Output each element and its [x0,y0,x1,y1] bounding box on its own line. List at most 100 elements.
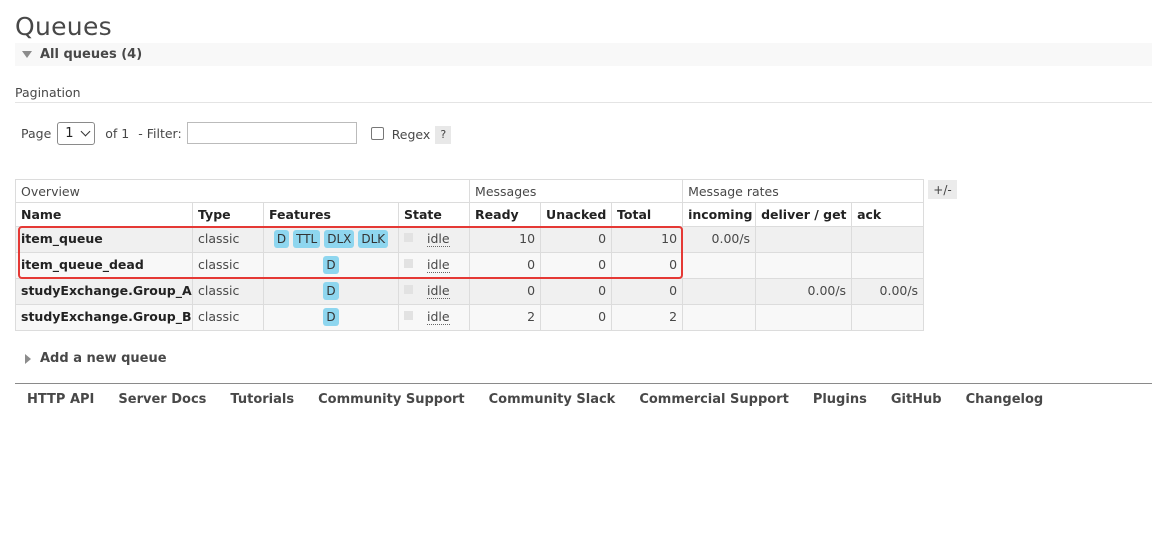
table-row: studyExchange.Group_A classic D idle 0 0… [15,278,925,305]
feature-badge: D [323,282,339,300]
footer-link-community-slack[interactable]: Community Slack [489,392,616,407]
total-count: 2 [611,304,684,331]
page-label: Page [21,125,52,141]
group-header-messages: Messages [469,179,684,203]
table-row: studyExchange.Group_B classic D idle 2 0… [15,304,925,331]
state-label: idle [427,309,450,325]
collapse-triangle-icon [22,51,32,58]
state-label: idle [427,283,450,299]
table-row: item_queue_dead classic D idle 0 0 0 [15,252,925,279]
unacked-count: 0 [540,278,613,305]
footer-nav: HTTP API Server Docs Tutorials Community… [27,392,1067,407]
pagination-controls: Page 1 of 1 - Filter: Regex ? [21,120,452,146]
queue-features: D [263,252,399,279]
feature-badge: DLX [324,230,355,248]
state-indicator-icon [404,285,413,294]
unacked-count: 0 [540,252,613,279]
column-header-ack[interactable]: ack [851,202,925,227]
state-label: idle [427,231,450,247]
ack-rate [851,252,925,279]
queue-type: classic [192,304,264,331]
total-count: 0 [611,252,684,279]
queue-state: idle [397,278,471,305]
queue-name-link[interactable]: studyExchange.Group_A [15,278,193,305]
queue-name-link[interactable]: studyExchange.Group_B [15,304,193,331]
queue-state: idle [397,304,471,331]
queue-state: idle [397,226,471,253]
columns-toggle-button[interactable]: +/- [928,180,957,199]
all-queues-section-title: All queues (4) [40,47,143,62]
ack-rate [851,304,925,331]
regex-label: Regex [391,127,431,142]
page-count-label: of 1 [105,125,130,141]
state-indicator-icon [404,233,413,242]
table-row: item_queue classic D TTL DLX DLK idle 10 0 … [15,226,925,253]
footer-link-http-api[interactable]: HTTP API [27,392,94,407]
deliver-get-rate [755,226,853,253]
ack-rate [851,226,925,253]
deliver-get-rate: 0.00/s [755,278,853,305]
filter-input[interactable] [186,122,357,144]
group-header-message-rates: Message rates [682,179,925,203]
queue-features: D TTL DLX DLK [263,226,399,253]
total-count: 0 [611,278,684,305]
queue-type: classic [192,252,264,279]
column-header-unacked[interactable]: Unacked [540,202,613,227]
feature-badge: D [323,308,339,326]
page-select[interactable]: 1 [57,121,96,145]
ready-count: 0 [469,252,542,279]
page-title: Queues [15,12,112,41]
footer-link-tutorials[interactable]: Tutorials [230,392,294,407]
filter-label: - Filter: [138,125,182,141]
footer-link-plugins[interactable]: Plugins [813,392,867,407]
queue-name-link[interactable]: item_queue [15,226,193,253]
queue-type: classic [192,278,264,305]
queues-table: Overview Messages Message rates Name Typ… [14,179,925,331]
queue-type: classic [192,226,264,253]
footer-link-server-docs[interactable]: Server Docs [118,392,206,407]
add-queue-label: Add a new queue [40,351,167,366]
footer-link-commercial-support[interactable]: Commercial Support [639,392,789,407]
column-header-total[interactable]: Total [611,202,684,227]
column-header-type[interactable]: Type [192,202,264,227]
feature-badge: TTL [293,230,321,248]
column-header-features[interactable]: Features [263,202,399,227]
group-header-overview: Overview [14,179,471,203]
queue-features: D [263,278,399,305]
incoming-rate: 0.00/s [682,226,757,253]
footer-link-changelog[interactable]: Changelog [966,392,1044,407]
ready-count: 10 [469,226,542,253]
add-queue-section-toggle[interactable]: Add a new queue [15,351,167,366]
state-indicator-icon [404,311,413,320]
unacked-count: 0 [540,226,613,253]
column-header-deliver-get[interactable]: deliver / get [755,202,853,227]
all-queues-section-toggle[interactable]: All queues (4) [15,43,1152,66]
regex-help-button[interactable]: ? [435,125,452,144]
deliver-get-rate [755,252,853,279]
regex-checkbox[interactable] [370,126,384,140]
feature-badge: DLK [358,230,389,248]
deliver-get-rate [755,304,853,331]
queue-name-link[interactable]: item_queue_dead [15,252,193,279]
feature-badge: D [273,230,290,248]
page-select-value: 1 [65,125,74,141]
ready-count: 0 [469,278,542,305]
chevron-down-icon [80,126,91,136]
total-count: 10 [611,226,684,253]
column-header-ready[interactable]: Ready [469,202,542,227]
footer-link-community-support[interactable]: Community Support [318,392,465,407]
queue-state: idle [397,252,471,279]
ack-rate: 0.00/s [851,278,925,305]
footer-link-github[interactable]: GitHub [891,392,942,407]
column-header-incoming[interactable]: incoming [682,202,757,227]
incoming-rate [682,304,757,331]
incoming-rate [682,252,757,279]
pagination-heading: Pagination [15,85,1152,103]
unacked-count: 0 [540,304,613,331]
column-header-name[interactable]: Name [15,202,193,227]
expand-triangle-icon [25,353,31,364]
ready-count: 2 [469,304,542,331]
state-label: idle [427,257,450,273]
state-indicator-icon [404,259,413,268]
column-header-state[interactable]: State [397,202,471,227]
